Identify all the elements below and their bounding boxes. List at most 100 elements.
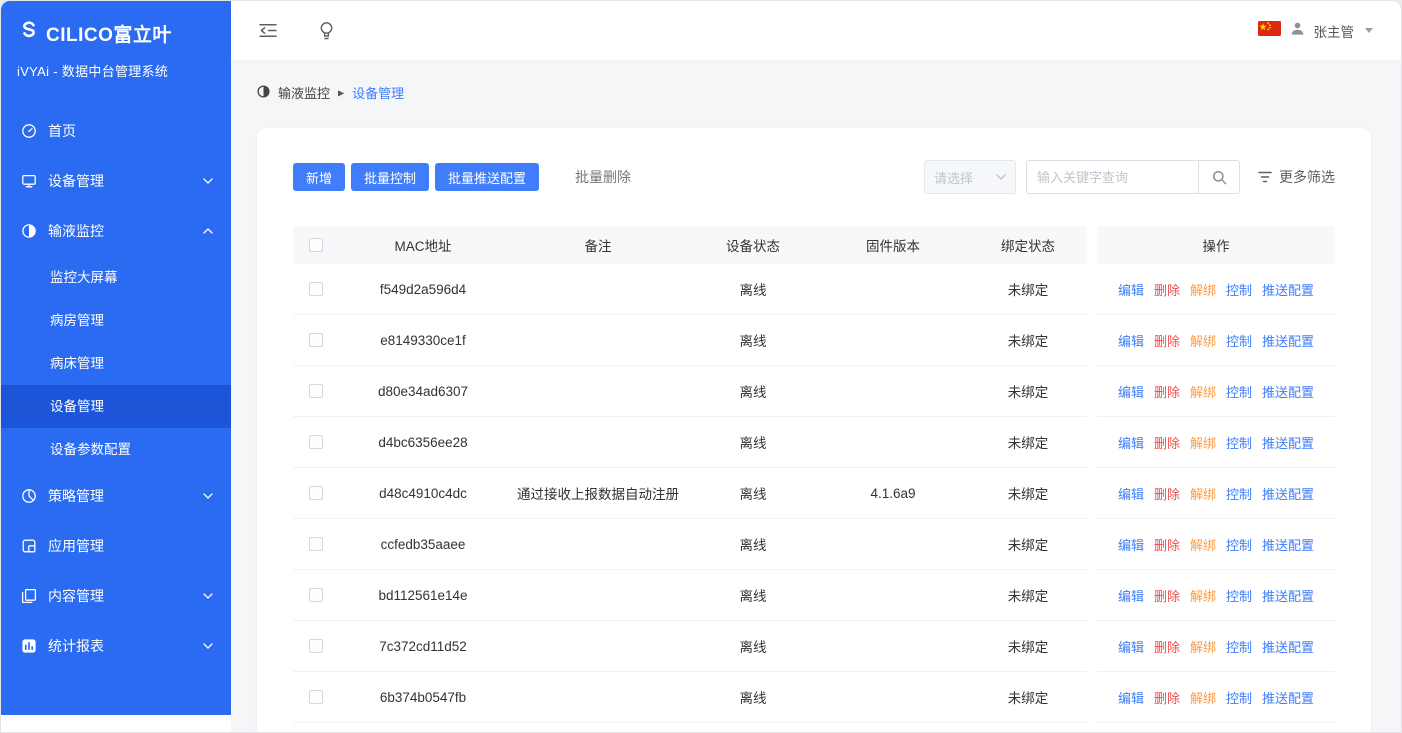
- row-checkbox[interactable]: [309, 384, 323, 398]
- sidebar-item-label: 应用管理: [48, 536, 104, 556]
- action-unbind[interactable]: 解绑: [1190, 535, 1216, 554]
- cell-mac: ccfedb35aaee: [339, 519, 507, 570]
- action-push-config[interactable]: 推送配置: [1262, 586, 1314, 605]
- action-delete[interactable]: 删除: [1154, 433, 1180, 452]
- row-checkbox[interactable]: [309, 690, 323, 704]
- app-root: CILICO富立叶 iVYAi - 数据中台管理系统 首页设备管理输液监控监控大…: [0, 0, 1402, 733]
- action-delete[interactable]: 删除: [1154, 280, 1180, 299]
- action-control[interactable]: 控制: [1226, 688, 1252, 707]
- action-control[interactable]: 控制: [1226, 433, 1252, 452]
- sidebar-item-content[interactable]: 内容管理: [1, 571, 231, 621]
- action-control[interactable]: 控制: [1226, 535, 1252, 554]
- row-checkbox[interactable]: [309, 486, 323, 500]
- column-header-actions: 操作: [1097, 226, 1335, 264]
- action-edit[interactable]: 编辑: [1118, 484, 1144, 503]
- action-delete[interactable]: 删除: [1154, 637, 1180, 656]
- breadcrumb-section[interactable]: 输液监控: [278, 83, 330, 102]
- sidebar-subitem[interactable]: 病房管理: [1, 299, 231, 342]
- action-push-config[interactable]: 推送配置: [1262, 484, 1314, 503]
- action-delete[interactable]: 删除: [1154, 586, 1180, 605]
- action-edit[interactable]: 编辑: [1118, 535, 1144, 554]
- row-checkbox[interactable]: [309, 282, 323, 296]
- row-checkbox[interactable]: [309, 639, 323, 653]
- add-button[interactable]: 新增: [293, 163, 345, 191]
- cell-bind-status: 未绑定: [969, 417, 1087, 468]
- sidebar-item-home[interactable]: 首页: [1, 106, 231, 156]
- action-edit[interactable]: 编辑: [1118, 280, 1144, 299]
- more-filters-label: 更多筛选: [1279, 167, 1335, 187]
- action-delete[interactable]: 删除: [1154, 688, 1180, 707]
- sidebar-item-infusion[interactable]: 输液监控: [1, 206, 231, 256]
- action-unbind[interactable]: 解绑: [1190, 280, 1216, 299]
- sidebar-subitem[interactable]: 监控大屏幕: [1, 256, 231, 299]
- sidebar-subitem[interactable]: 病床管理: [1, 342, 231, 385]
- sidebar-item-label: 内容管理: [48, 586, 104, 606]
- sidebar-subitem[interactable]: 设备参数配置: [1, 428, 231, 471]
- action-push-config[interactable]: 推送配置: [1262, 280, 1314, 299]
- search-icon: [1212, 170, 1227, 185]
- action-unbind[interactable]: 解绑: [1190, 688, 1216, 707]
- action-delete[interactable]: 删除: [1154, 331, 1180, 350]
- sidebar-collapse-icon[interactable]: [259, 23, 277, 38]
- action-push-config[interactable]: 推送配置: [1262, 688, 1314, 707]
- device-table-card: 新增 批量控制 批量推送配置 批量删除 请选择: [257, 128, 1371, 732]
- lightbulb-icon[interactable]: [319, 21, 334, 41]
- action-control[interactable]: 控制: [1226, 331, 1252, 350]
- action-control[interactable]: 控制: [1226, 280, 1252, 299]
- cell-firmware: [817, 672, 969, 723]
- action-edit[interactable]: 编辑: [1118, 688, 1144, 707]
- sidebar-item-strategy[interactable]: 策略管理: [1, 471, 231, 521]
- breadcrumb: 输液监控 ▶ 设备管理: [257, 83, 1371, 102]
- row-checkbox[interactable]: [309, 537, 323, 551]
- cell-actions: 编辑删除解绑控制推送配置: [1097, 621, 1335, 672]
- action-unbind[interactable]: 解绑: [1190, 331, 1216, 350]
- sidebar-item-stats[interactable]: 统计报表: [1, 621, 231, 671]
- action-push-config[interactable]: 推送配置: [1262, 637, 1314, 656]
- user-menu[interactable]: 张主管: [1258, 21, 1374, 41]
- action-push-config[interactable]: 推送配置: [1262, 535, 1314, 554]
- action-delete[interactable]: 删除: [1154, 382, 1180, 401]
- row-checkbox[interactable]: [309, 435, 323, 449]
- action-edit[interactable]: 编辑: [1118, 433, 1144, 452]
- action-unbind[interactable]: 解绑: [1190, 433, 1216, 452]
- batch-control-button[interactable]: 批量控制: [351, 163, 429, 191]
- action-edit[interactable]: 编辑: [1118, 382, 1144, 401]
- action-push-config[interactable]: 推送配置: [1262, 433, 1314, 452]
- action-unbind[interactable]: 解绑: [1190, 637, 1216, 656]
- action-unbind[interactable]: 解绑: [1190, 382, 1216, 401]
- action-push-config[interactable]: 推送配置: [1262, 382, 1314, 401]
- action-unbind[interactable]: 解绑: [1190, 586, 1216, 605]
- action-unbind[interactable]: 解绑: [1190, 484, 1216, 503]
- cell-note: 通过接收上报数据自动注册: [507, 468, 689, 519]
- device-icon: [21, 173, 37, 189]
- filter-select[interactable]: 请选择: [924, 160, 1016, 194]
- action-edit[interactable]: 编辑: [1118, 637, 1144, 656]
- sidebar-item-app[interactable]: 应用管理: [1, 521, 231, 571]
- fixed-column-gap: [1087, 315, 1097, 366]
- search-button[interactable]: [1198, 160, 1240, 194]
- select-all-checkbox[interactable]: [309, 238, 323, 252]
- action-control[interactable]: 控制: [1226, 382, 1252, 401]
- batch-push-config-button[interactable]: 批量推送配置: [435, 163, 539, 191]
- cell-bind-status: 未绑定: [969, 621, 1087, 672]
- action-control[interactable]: 控制: [1226, 484, 1252, 503]
- action-delete[interactable]: 删除: [1154, 535, 1180, 554]
- cell-firmware: [817, 315, 969, 366]
- action-control[interactable]: 控制: [1226, 637, 1252, 656]
- row-checkbox[interactable]: [309, 588, 323, 602]
- cell-note: [507, 417, 689, 468]
- language-flag-icon[interactable]: [1258, 21, 1281, 41]
- search-area: 请选择: [924, 160, 1335, 194]
- sidebar-item-device[interactable]: 设备管理: [1, 156, 231, 206]
- action-delete[interactable]: 删除: [1154, 484, 1180, 503]
- sidebar-subitem-active[interactable]: 设备管理: [1, 385, 231, 428]
- action-edit[interactable]: 编辑: [1118, 331, 1144, 350]
- action-push-config[interactable]: 推送配置: [1262, 331, 1314, 350]
- batch-delete-button[interactable]: 批量删除: [575, 167, 631, 187]
- action-edit[interactable]: 编辑: [1118, 586, 1144, 605]
- row-checkbox[interactable]: [309, 333, 323, 347]
- cell-device-status: 离线: [689, 417, 817, 468]
- keyword-search-input[interactable]: [1026, 160, 1198, 194]
- action-control[interactable]: 控制: [1226, 586, 1252, 605]
- more-filters-button[interactable]: 更多筛选: [1258, 167, 1335, 187]
